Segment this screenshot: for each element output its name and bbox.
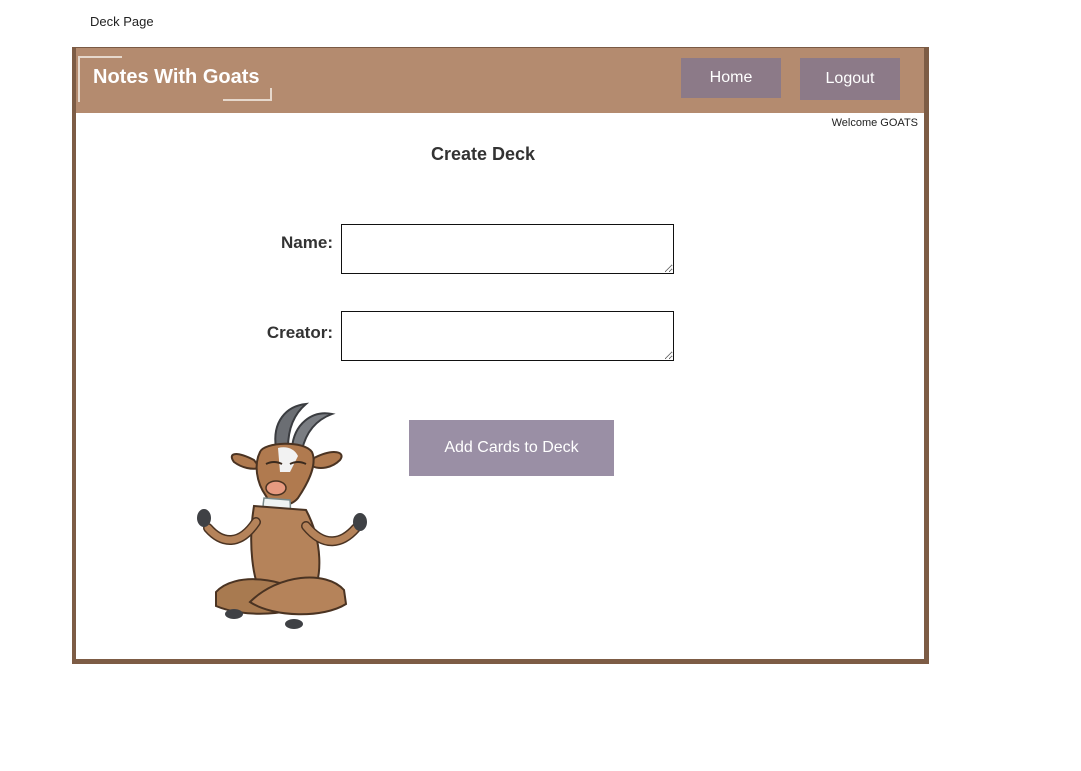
home-button[interactable]: Home	[681, 58, 781, 98]
name-label: Name:	[281, 233, 333, 252]
creator-label: Creator:	[266, 323, 333, 342]
name-field[interactable]	[341, 224, 674, 274]
logout-button[interactable]: Logout	[800, 58, 900, 100]
site-logo[interactable]: Notes With Goats	[93, 66, 260, 89]
welcome-message: Welcome GOATS	[831, 117, 918, 129]
page-title: Create Deck	[431, 144, 536, 164]
app-frame: Notes With Goats Home Logout Welcome GOA…	[72, 47, 929, 664]
creator-field[interactable]	[341, 311, 674, 361]
site-header: Notes With Goats Home Logout	[76, 48, 924, 113]
meditating-goat-icon	[194, 402, 374, 634]
logo-bracket-bottom-right	[223, 88, 272, 101]
add-cards-to-deck-button[interactable]: Add Cards to Deck	[409, 420, 614, 476]
page-tab-label: Deck Page	[90, 14, 154, 29]
